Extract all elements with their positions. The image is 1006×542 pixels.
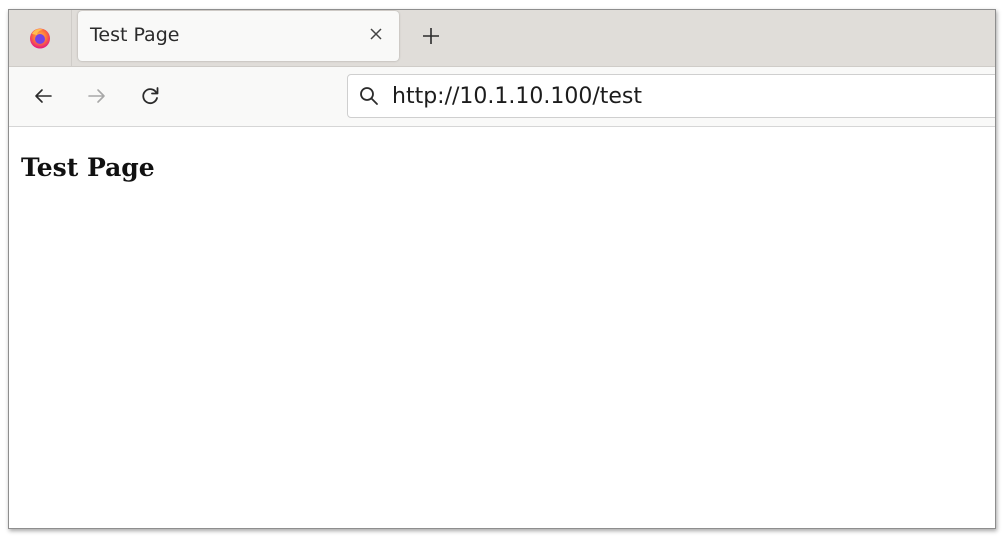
reload-icon	[142, 87, 159, 105]
address-bar[interactable]: http://10.1.10.100/test	[347, 74, 995, 118]
back-button[interactable]	[27, 80, 59, 112]
plus-icon	[423, 28, 439, 44]
page-title: Test Page	[21, 153, 155, 182]
close-icon[interactable]	[365, 23, 387, 45]
new-tab-button[interactable]	[417, 22, 445, 50]
navigation-toolbar: http://10.1.10.100/test	[9, 67, 995, 127]
reload-button[interactable]	[134, 80, 166, 112]
browser-window: Test Page http://10.1.10.100/test Test P…	[8, 9, 996, 529]
tab-bar: Test Page	[9, 10, 995, 67]
search-icon	[360, 87, 378, 105]
forward-arrow-icon	[88, 89, 105, 103]
forward-button[interactable]	[81, 80, 113, 112]
firefox-icon	[30, 28, 50, 49]
page-content: Test Page	[9, 127, 995, 528]
app-menu-button[interactable]	[9, 10, 72, 66]
tab-title: Test Page	[90, 24, 180, 46]
back-arrow-icon	[35, 89, 52, 103]
tab-test-page[interactable]: Test Page	[78, 11, 399, 61]
url-text[interactable]: http://10.1.10.100/test	[392, 84, 642, 109]
close-icon-glyph	[370, 28, 382, 40]
